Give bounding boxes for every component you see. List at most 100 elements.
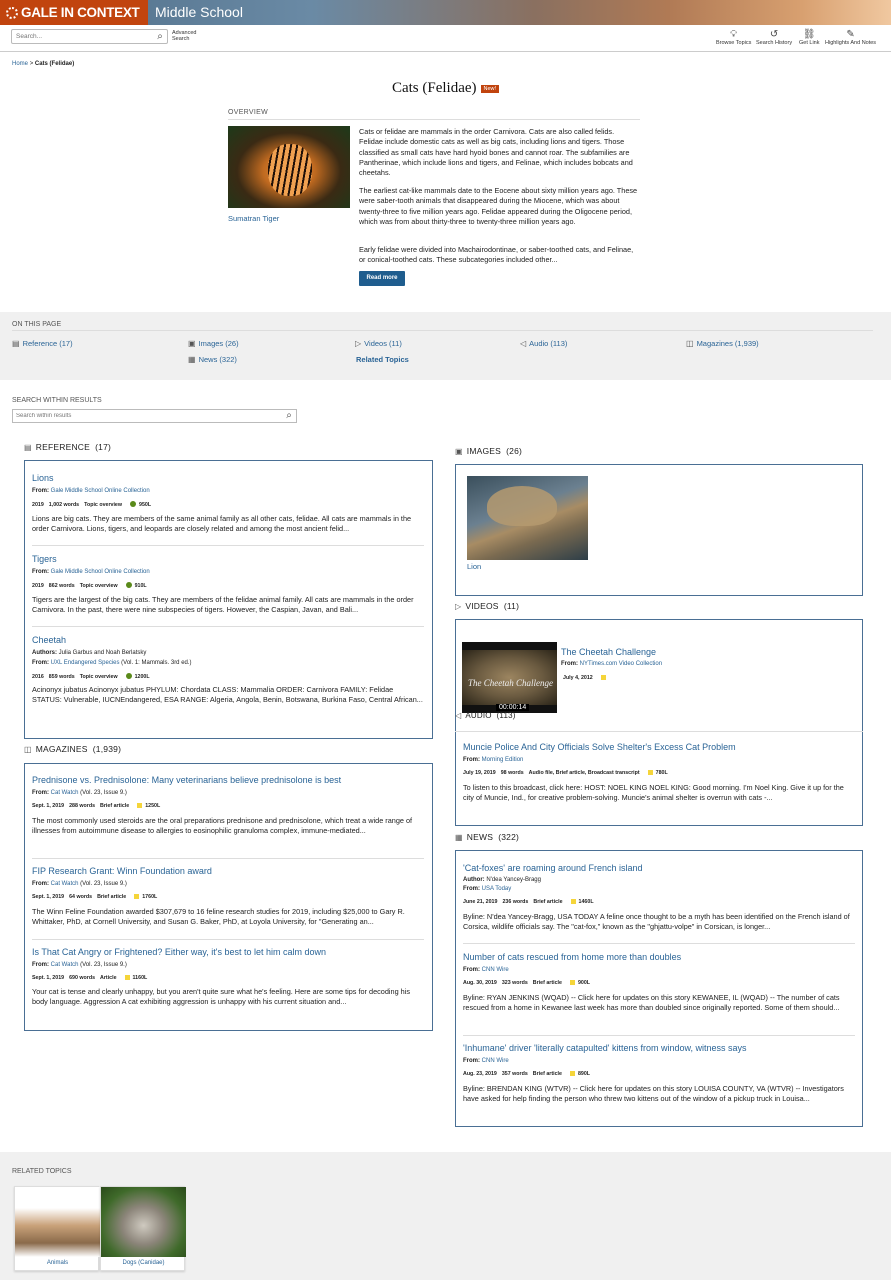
magazine-title[interactable]: Is That Cat Angry or Frightened? Either … — [32, 947, 326, 957]
magazine-description: The Winn Feline Foundation awarded $307,… — [32, 907, 405, 926]
news-title[interactable]: Number of cats rescued from home more th… — [463, 952, 681, 962]
magazine-source: From: Cat Watch (Vol. 23, Issue 9.) — [32, 881, 127, 887]
divider — [228, 119, 640, 120]
video-title[interactable]: The Cheetah Challenge — [561, 647, 656, 657]
jump-videos[interactable]: ▷ Videos (11) — [355, 339, 402, 348]
highlights-notes-button[interactable]: ✎ Highlights And Notes — [825, 29, 876, 46]
video-meta: July 4, 2012 — [563, 675, 609, 681]
news-description: Byline: BRENDAN KING (WTVR) -- Click her… — [463, 1084, 844, 1103]
search-within-input[interactable] — [12, 409, 297, 423]
jump-magazines[interactable]: ◫ Magazines (1,939) — [686, 339, 759, 348]
video-duration: 00:00:14 — [496, 704, 530, 711]
breadcrumb: Home > Cats (Felidae) — [12, 61, 75, 67]
search-input[interactable] — [11, 29, 168, 44]
magazine-meta: Sept. 1, 2019 288 words Brief article 1250L — [32, 803, 161, 809]
reference-meta: 2016 859 words Topic overview 1200L — [32, 673, 150, 680]
jump-news[interactable]: ▦ News (322) — [188, 355, 237, 364]
brand-logo[interactable]: GALE IN CONTEXT — [0, 0, 148, 25]
news-heading: ▦ NEWS (322) — [455, 832, 520, 842]
reference-heading: ▤ REFERENCE (17) — [24, 442, 112, 452]
lexile-square-icon — [600, 675, 606, 680]
jump-related-topics[interactable]: Related Topics — [356, 355, 409, 364]
audio-title[interactable]: Muncie Police And City Officials Solve S… — [463, 742, 736, 752]
lion-image[interactable] — [467, 476, 588, 560]
divider — [32, 626, 424, 627]
divider — [463, 1035, 855, 1036]
image-icon: ▣ — [455, 447, 463, 456]
magazine-description: Your cat is tense and clearly unhappy, b… — [32, 987, 410, 1006]
book-icon: ◫ — [686, 339, 694, 348]
related-topic-card[interactable]: Animals — [14, 1186, 100, 1271]
news-meta: Aug. 23, 2019 357 words Brief article 890L — [463, 1071, 591, 1077]
new-badge: New! — [480, 85, 500, 93]
reference-meta: 2019 1,002 words Topic overview 950L — [32, 501, 152, 508]
reference-title[interactable]: Lions — [32, 473, 54, 483]
related-topic-card[interactable]: Dogs (Canidae) — [100, 1186, 186, 1271]
news-source: From: USA Today — [463, 886, 512, 892]
reference-source: From: Gale Middle School Online Collecti… — [32, 569, 150, 575]
reference-meta: 2019 862 words Topic overview 910L — [32, 582, 147, 589]
read-more-button[interactable]: Read more — [359, 271, 405, 286]
search-icon[interactable]: ⌕ — [281, 409, 297, 423]
search-history-button[interactable]: ↺ Search History — [756, 29, 792, 46]
search-icon[interactable]: ⌕ — [153, 30, 167, 43]
divider — [32, 545, 424, 546]
overview-paragraph: Cats or felidae are mammals in the order… — [359, 127, 633, 178]
browse-topics-button[interactable]: 💡︎ Browse Topics — [716, 29, 751, 46]
magazine-source: From: Cat Watch (Vol. 23, Issue 9.) — [32, 962, 127, 968]
magazine-source: From: Cat Watch (Vol. 23, Issue 9.) — [32, 790, 127, 796]
reference-source: From: UXL Endangered Species (Vol. 1: Ma… — [32, 660, 192, 666]
video-thumbnail[interactable]: The Cheetah Challenge 00:00:14 — [462, 642, 557, 713]
image-caption[interactable]: Lion — [467, 562, 481, 571]
lexile-dot-icon — [125, 582, 132, 588]
speaker-icon: ◁ — [455, 711, 462, 720]
magazine-meta: Sept. 1, 2019 690 words Article 1160L — [32, 975, 148, 981]
jump-audio[interactable]: ◁ Audio (113) — [520, 339, 567, 348]
reference-title[interactable]: Tigers — [32, 554, 57, 564]
overview-paragraph: The earliest cat-like mammals date to th… — [359, 186, 638, 226]
overview-image[interactable] — [228, 126, 350, 208]
magazine-title[interactable]: FIP Research Grant: Winn Foundation awar… — [32, 866, 212, 876]
audio-description: To listen to this broadcast, click here:… — [463, 783, 844, 802]
news-meta: June 21, 2019 236 words Brief article 1460L — [463, 899, 594, 905]
audio-source: From: Morning Edition — [463, 757, 524, 763]
news-source: From: CNN Wire — [463, 967, 509, 973]
lexile-square-icon — [569, 980, 575, 985]
lexile-dot-icon — [130, 501, 136, 507]
animals-image — [15, 1187, 100, 1257]
divider — [463, 943, 855, 944]
lexile-square-icon — [137, 803, 143, 808]
lexile-square-icon — [124, 975, 130, 980]
breadcrumb-home[interactable]: Home — [12, 61, 28, 67]
image-icon: ▣ — [188, 339, 196, 348]
overview-label: OVERVIEW — [228, 109, 269, 116]
reference-title[interactable]: Cheetah — [32, 635, 66, 645]
magazine-title[interactable]: Prednisone vs. Prednisolone: Many veteri… — [32, 775, 341, 785]
get-link-button[interactable]: ⛓︎ Get Link — [799, 29, 819, 46]
lexile-square-icon — [570, 899, 576, 904]
gale-logo-icon — [6, 7, 18, 19]
divider — [455, 731, 863, 732]
lightbulb-icon: 💡︎ — [730, 29, 738, 40]
lexile-dot-icon — [125, 673, 132, 679]
reference-authors: Authors: Julia Garbus and Noah Berlatsky — [32, 650, 147, 656]
news-description: Byline: N'dea Yancey-Bragg, USA TODAY A … — [463, 912, 850, 931]
news-title[interactable]: 'Cat-foxes' are roaming around French is… — [463, 863, 643, 873]
audio-heading: ◁ AUDIO (113) — [455, 711, 516, 720]
jump-images[interactable]: ▣ Images (26) — [188, 339, 239, 348]
play-icon: ▷ — [355, 339, 362, 348]
page-title: Cats (Felidae) New! — [0, 80, 891, 97]
jump-reference[interactable]: ▤ Reference (17) — [12, 339, 73, 348]
audio-meta: July 19, 2019 98 words Audio file, Brief a… — [463, 770, 668, 776]
document-icon: ▤ — [12, 339, 20, 348]
book-icon: ◫ — [24, 745, 32, 754]
reference-description: Acinonyx jubatus Acinonyx jubatus PHYLUM… — [32, 685, 423, 704]
overview-image-caption[interactable]: Sumatran Tiger — [228, 214, 279, 223]
advanced-search-link[interactable]: Advanced Search — [172, 30, 196, 42]
reference-source: From: Gale Middle School Online Collecti… — [32, 488, 150, 494]
magazines-heading: ◫ MAGAZINES (1,939) — [24, 744, 122, 754]
reference-description: Lions are big cats. They are members of … — [32, 514, 412, 533]
pencil-icon: ✎ — [846, 29, 855, 40]
breadcrumb-current: Cats (Felidae) — [34, 61, 75, 67]
news-title[interactable]: 'Inhumane' driver 'literally catapulted'… — [463, 1043, 747, 1053]
